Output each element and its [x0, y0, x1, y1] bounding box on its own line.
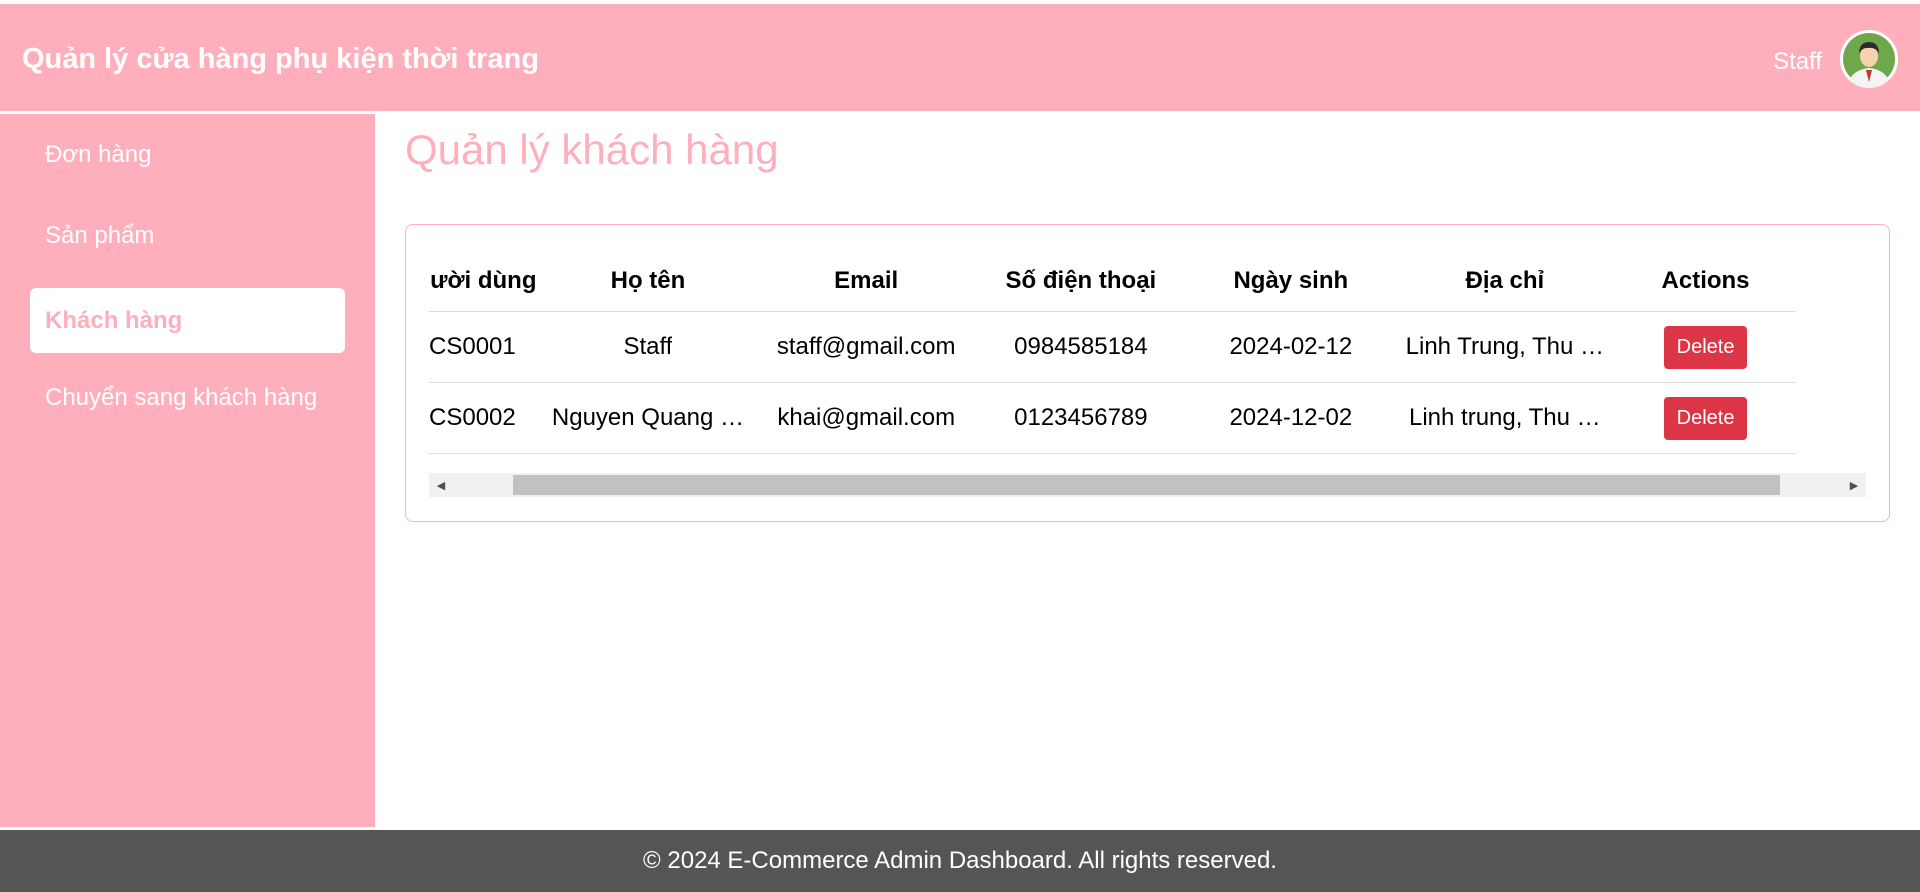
- cell-address-text: Linh Trung, Thu …: [1405, 333, 1604, 361]
- cell-birthday: 2024-12-02: [1187, 382, 1395, 454]
- cell-user-id: CS0002: [429, 382, 539, 454]
- column-header-email: Email: [757, 250, 975, 312]
- scrollbar-thumb[interactable]: [513, 475, 1780, 495]
- customer-table: Mã người dùng Họ tên Email Số điện thoại…: [429, 250, 1796, 454]
- column-header-address: Địa chỉ: [1394, 250, 1616, 312]
- cell-phone: 0984585184: [974, 311, 1188, 383]
- page-title: Quản lý khách hàng: [405, 126, 779, 173]
- cell-name-text: Nguyen Quang …: [551, 404, 745, 432]
- cell-email: khai@gmail.com: [757, 382, 975, 454]
- table-viewport[interactable]: Mã người dùng Họ tên Email Số điện thoại…: [429, 250, 1866, 460]
- sidebar-item-customers[interactable]: Khách hàng: [30, 288, 345, 353]
- sidebar-item-switch-to-customer[interactable]: Chuyển sang khách hàng: [30, 365, 345, 430]
- scroll-left-icon[interactable]: ◀: [429, 473, 453, 497]
- column-header-actions: Actions: [1615, 250, 1796, 312]
- delete-button[interactable]: Delete: [1663, 396, 1748, 440]
- cell-email: staff@gmail.com: [757, 311, 975, 383]
- cell-user-id: CS0001: [429, 311, 539, 383]
- app-title: Quản lý cửa hàng phụ kiện thời trang: [22, 43, 539, 75]
- cell-birthday: 2024-02-12: [1187, 311, 1395, 383]
- user-avatar-icon[interactable]: [1840, 30, 1898, 88]
- table-header-row: Mã người dùng Họ tên Email Số điện thoại…: [429, 250, 1796, 312]
- cell-address: Linh trung, Thu …: [1394, 382, 1616, 454]
- user-name[interactable]: Staff: [1773, 48, 1822, 76]
- delete-button[interactable]: Delete: [1663, 325, 1748, 369]
- customer-table-card: Mã người dùng Họ tên Email Số điện thoại…: [405, 224, 1890, 522]
- cell-address: Linh Trung, Thu …: [1394, 311, 1616, 383]
- cell-name: Nguyen Quang …: [538, 382, 758, 454]
- sidebar: Đơn hàng Sản phẩm Khách hàng Chuyển sang…: [0, 114, 375, 827]
- cell-address-text: Linh trung, Thu …: [1409, 404, 1601, 432]
- main-content: Quản lý khách hàng Mã người dùng Họ tên …: [375, 114, 1920, 827]
- sidebar-item-orders[interactable]: Đơn hàng: [30, 122, 345, 187]
- cell-actions: Delete: [1615, 311, 1796, 383]
- cell-name: Staff: [538, 311, 758, 383]
- table-row: CS0002 Nguyen Quang … khai@gmail.com 012…: [429, 382, 1796, 454]
- footer: © 2024 E-Commerce Admin Dashboard. All r…: [0, 827, 1920, 892]
- scroll-right-icon[interactable]: ▶: [1842, 473, 1866, 497]
- column-header-birthday: Ngày sinh: [1187, 250, 1395, 312]
- column-header-user-id: Mã người dùng: [429, 250, 539, 312]
- cell-phone: 0123456789: [974, 382, 1188, 454]
- column-header-phone: Số điện thoại: [974, 250, 1188, 312]
- column-header-name: Họ tên: [538, 250, 758, 312]
- top-header: Quản lý cửa hàng phụ kiện thời trang Sta…: [0, 4, 1920, 111]
- footer-copyright: © 2024 E-Commerce Admin Dashboard. All r…: [643, 847, 1277, 874]
- sidebar-item-products[interactable]: Sản phẩm: [30, 203, 345, 268]
- cell-name-text: Staff: [623, 333, 673, 361]
- horizontal-scrollbar[interactable]: ◀ ▶: [429, 473, 1866, 497]
- cell-actions: Delete: [1615, 382, 1796, 454]
- table-row: CS0001 Staff staff@gmail.com 0984585184 …: [429, 311, 1796, 383]
